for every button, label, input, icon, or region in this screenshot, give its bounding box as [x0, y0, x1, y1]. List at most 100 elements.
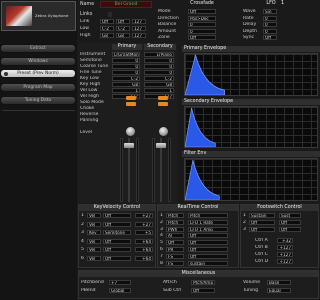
destination-select[interactable]: Sust [279, 213, 301, 218]
crossfade-value[interactable]: 0 [188, 22, 216, 27]
source-select[interactable]: Vel [87, 238, 101, 244]
secondary-choke-toggle[interactable] [158, 102, 168, 106]
secondary-value[interactable]: 0 [144, 58, 174, 63]
destination-select[interactable]: Off [103, 247, 131, 252]
secondary-value[interactable]: LrPiano [144, 52, 174, 57]
lfo-value[interactable]: 0 [263, 28, 277, 34]
controller-value[interactable]: +127 [277, 259, 293, 264]
source-select[interactable]: Vel [87, 221, 101, 227]
amount-field[interactable]: +5 [135, 230, 153, 235]
sidebar-item-program-map[interactable]: Program Map [0, 83, 76, 92]
source-select[interactable]: Off [249, 227, 275, 232]
link-b-field[interactable]: Off [116, 19, 130, 24]
secondary-value[interactable]: C-2 [144, 76, 174, 81]
destination-select[interactable]: Off [188, 240, 228, 246]
source-select[interactable]: Pitch [166, 213, 184, 218]
primary-value[interactable]: 0 [112, 70, 140, 75]
source-select[interactable]: FS [166, 253, 184, 259]
amount-field[interactable]: +64 [135, 238, 153, 244]
destination-select[interactable]: LFO 1 Rate [188, 219, 228, 225]
crossfade-value[interactable]: Off [188, 35, 216, 40]
crossfade-value[interactable]: Off [188, 9, 216, 14]
sidebar-item-extract[interactable]: Extract [0, 44, 76, 53]
destination-select[interactable]: Pitch [188, 213, 228, 218]
link-b-field[interactable]: G8 [116, 33, 130, 38]
primary-value[interactable]: C-2 [112, 76, 140, 81]
source-select[interactable]: Sustain [249, 213, 275, 218]
destination-select[interactable]: Off [279, 220, 301, 225]
source-select[interactable]: PWh [166, 226, 184, 232]
source-select[interactable]: Key [87, 230, 101, 235]
misc-value[interactable]: +7 [109, 280, 131, 285]
destination-select[interactable]: sustain [188, 260, 228, 266]
source-select[interactable]: Off [166, 240, 184, 246]
misc-value[interactable]: Global [109, 288, 131, 293]
secondary-envelope-graph[interactable] [184, 106, 318, 148]
primary-envelope-graph[interactable] [184, 53, 318, 96]
amount-field[interactable]: +64 [135, 255, 153, 261]
source-select[interactable]: Vel [87, 247, 101, 252]
destination-select[interactable]: Off [188, 253, 228, 259]
destination-select[interactable]: Semitone [103, 230, 131, 235]
secondary-level-fader[interactable] [156, 143, 166, 148]
primary-solo-toggle[interactable] [126, 96, 136, 100]
destination-select[interactable]: Off [103, 255, 131, 261]
sidebar-item-windows[interactable]: Windows [0, 57, 76, 66]
controller-value[interactable]: +127 [277, 252, 293, 257]
primary-value[interactable]: LrGraStMono [112, 52, 140, 57]
source-select[interactable]: Off [249, 220, 275, 225]
source-select[interactable]: AT [166, 233, 184, 239]
primary-value[interactable]: 0 [112, 64, 140, 69]
amount-field[interactable]: +27 [135, 221, 153, 227]
destination-select[interactable]: LFO 1 Amp [188, 226, 228, 232]
link-c-field[interactable]: 127 [132, 26, 146, 31]
link-a-field[interactable]: Off [100, 19, 114, 24]
source-select[interactable]: Vel [87, 255, 101, 261]
destination-select[interactable]: Off [279, 227, 301, 232]
misc-value[interactable]: Ptch/Amp [191, 280, 215, 285]
misc-value[interactable]: Off [191, 288, 215, 293]
crossfade-value[interactable]: Pos>Dec [188, 15, 216, 21]
filter-envelope-graph[interactable] [184, 158, 318, 201]
destination-select[interactable]: Off [103, 221, 131, 227]
secondary-solo-toggle[interactable] [158, 96, 168, 100]
sidebar-item-preset[interactable]: Preset (Prev Norm) [0, 69, 76, 78]
amount-field[interactable]: +64 [135, 247, 153, 252]
lfo-index[interactable]: 1 [281, 1, 284, 6]
crossfade-value[interactable]: 0 [188, 28, 216, 34]
primary-level-fader[interactable] [124, 143, 134, 148]
source-select[interactable]: Pitch [166, 219, 184, 225]
destination-select[interactable]: Off [103, 213, 131, 218]
link-c-field[interactable]: 127 [132, 19, 146, 24]
primary-value[interactable]: 1 [112, 88, 140, 93]
lfo-value[interactable]: 0 [263, 15, 277, 21]
sidebar-item-tuning[interactable]: Tuning Data [0, 96, 76, 105]
secondary-pan-knob[interactable] [159, 127, 168, 136]
amount-field[interactable]: +27 [135, 213, 153, 218]
misc-value[interactable]: Equal [267, 288, 291, 293]
destination-select[interactable]: Off [188, 247, 228, 252]
controller-value[interactable]: +32 [277, 238, 293, 243]
link-c-field[interactable]: 127 [132, 33, 146, 38]
link-b-field[interactable]: C-2 [116, 26, 130, 31]
secondary-value[interactable]: G8 [144, 82, 174, 87]
destination-select[interactable]: Off [103, 238, 131, 244]
lfo-value[interactable]: 0 [263, 22, 277, 27]
source-select[interactable]: FS [166, 260, 184, 266]
secondary-value[interactable]: 0 [144, 64, 174, 69]
primary-pan-knob[interactable] [126, 127, 135, 136]
source-select[interactable]: Vel [87, 213, 101, 218]
misc-value[interactable]: Base [267, 280, 291, 285]
primary-value[interactable]: G8 [112, 82, 140, 87]
preset-name-field[interactable]: Bel Grand [100, 1, 152, 8]
primary-value[interactable]: 0 [112, 58, 140, 63]
lfo-value[interactable]: Off [263, 35, 277, 40]
source-select[interactable]: PR [166, 247, 184, 252]
link-a-field[interactable]: C-2 [100, 26, 114, 31]
controller-value[interactable]: +127 [277, 245, 293, 250]
link-a-field[interactable]: G8 [100, 33, 114, 38]
secondary-value[interactable]: 0 [144, 70, 174, 75]
destination-select[interactable]: Off [188, 233, 228, 239]
primary-choke-toggle[interactable] [126, 102, 136, 106]
lfo-value[interactable]: Sin [263, 9, 277, 14]
